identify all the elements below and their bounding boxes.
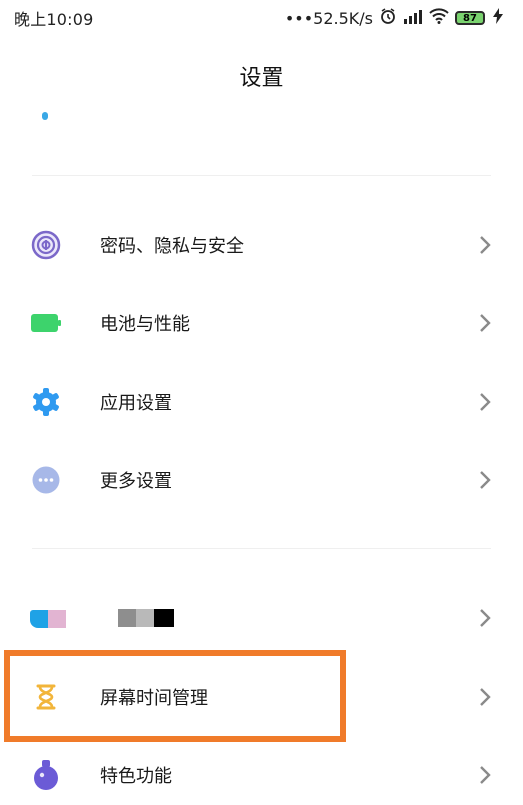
status-time: 晚上10:09 xyxy=(14,10,94,29)
status-bar: 晚上10:09 •••52.5K/s 87 xyxy=(0,0,523,36)
chevron-right-icon xyxy=(480,471,491,489)
chevron-right-icon xyxy=(480,393,491,411)
network-speed: •••52.5K/s xyxy=(284,8,373,28)
chevron-right-icon xyxy=(480,688,491,706)
settings-item-label: 应用设置 xyxy=(100,393,172,414)
scrolled-item-label xyxy=(100,102,180,116)
settings-item-security[interactable]: 密码、隐私与安全 xyxy=(0,215,523,275)
settings-item-label: 电池与性能 xyxy=(100,314,190,335)
alarm-icon xyxy=(379,7,397,29)
chevron-right-icon xyxy=(480,314,491,332)
page-title: 设置 xyxy=(239,66,284,91)
highlight-frame xyxy=(4,650,346,742)
flask-icon xyxy=(30,759,62,791)
settings-item-battery[interactable]: 电池与性能 xyxy=(0,293,523,353)
section-divider xyxy=(32,175,491,176)
chevron-right-icon xyxy=(480,609,491,627)
chevron-right-icon xyxy=(480,236,491,254)
status-icons: •••52.5K/s 87 xyxy=(285,7,505,29)
fingerprint-icon xyxy=(30,229,62,261)
more-dots-icon xyxy=(30,464,62,496)
gear-icon xyxy=(30,386,62,418)
settings-item-more-settings[interactable]: 更多设置 xyxy=(0,450,523,510)
scrolled-item-icon xyxy=(42,112,48,120)
settings-item-special-features[interactable]: 特色功能 xyxy=(0,745,523,805)
chevron-right-icon xyxy=(480,766,491,784)
settings-item-label: 更多设置 xyxy=(100,471,172,492)
settings-item-label: 密码、隐私与安全 xyxy=(100,236,244,257)
battery-icon xyxy=(30,307,62,339)
section-divider xyxy=(32,548,491,549)
settings-item-label: 特色功能 xyxy=(100,766,172,787)
cellular-signal-icon xyxy=(403,8,423,28)
redacted-app-icon xyxy=(30,602,66,634)
redacted-label xyxy=(118,609,174,627)
settings-item-app-settings[interactable]: 应用设置 xyxy=(0,372,523,432)
wifi-icon xyxy=(429,8,449,28)
charging-icon xyxy=(491,8,505,28)
settings-item-redacted[interactable] xyxy=(0,588,523,648)
battery-indicator: 87 xyxy=(455,11,485,25)
